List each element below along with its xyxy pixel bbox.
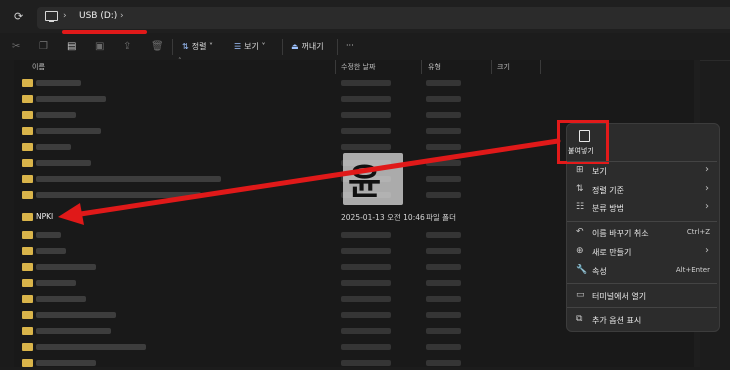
- arrow-line: [71, 138, 561, 218]
- arrow-head: [58, 203, 84, 225]
- annotation-arrow: [58, 138, 561, 225]
